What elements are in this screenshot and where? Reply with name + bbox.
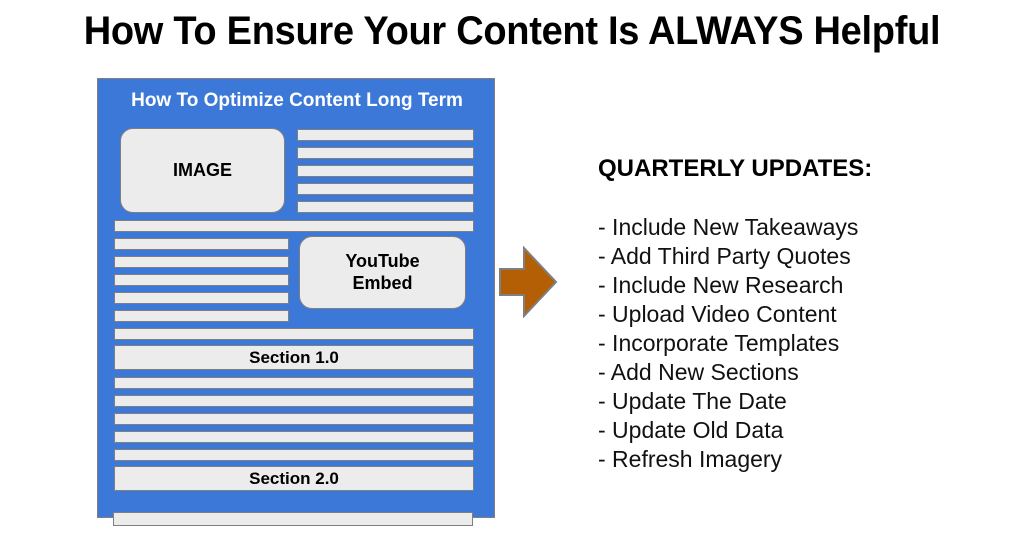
list-item: - Include New Takeaways xyxy=(598,214,859,240)
text-line-bar xyxy=(297,183,474,195)
text-line-bar xyxy=(114,274,289,286)
text-line-bar xyxy=(114,238,289,250)
text-line-bar-full xyxy=(114,220,474,232)
list-item: - Update Old Data xyxy=(598,417,784,443)
image-placeholder-box: IMAGE xyxy=(120,128,285,213)
text-line-bar xyxy=(297,165,474,177)
text-line-bar xyxy=(114,292,289,304)
text-line-bar-full xyxy=(114,431,474,443)
section-1-label: Section 1.0 xyxy=(249,347,339,367)
text-line-bar xyxy=(114,256,289,268)
list-item: - Upload Video Content xyxy=(598,301,837,327)
image-placeholder-label: IMAGE xyxy=(172,159,232,180)
section-2-bar: Section 2.0 xyxy=(114,466,474,491)
document-mockup-title: How To Optimize Content Long Term xyxy=(131,90,463,111)
list-item: - Refresh Imagery xyxy=(598,446,783,472)
text-line-bar xyxy=(297,147,474,159)
youtube-embed-label-line1: YouTube xyxy=(345,251,420,272)
page-title: How To Ensure Your Content Is ALWAYS Hel… xyxy=(83,9,941,53)
text-line-bar xyxy=(297,201,474,213)
text-line-bar-full xyxy=(114,395,474,407)
list-item: - Incorporate Templates xyxy=(598,330,840,356)
list-item: - Include New Research xyxy=(598,272,844,298)
youtube-embed-label-line2: Embed xyxy=(352,272,413,293)
text-line-bar-full xyxy=(114,413,474,425)
section-2-label: Section 2.0 xyxy=(249,468,339,488)
quarterly-updates-heading: QUARTERLY UPDATES: xyxy=(598,155,873,182)
document-mockup-panel: How To Optimize Content Long Term IMAGE … xyxy=(97,78,495,518)
text-line-bar-full xyxy=(114,449,474,461)
text-line-bar-full xyxy=(114,377,474,389)
list-item: - Add Third Party Quotes xyxy=(598,243,851,269)
section-1-bar: Section 1.0 xyxy=(114,345,474,370)
text-line-bar xyxy=(114,310,289,322)
quarterly-updates-list: - Include New Takeaways - Add Third Part… xyxy=(598,213,998,474)
list-item: - Update The Date xyxy=(598,388,787,414)
text-line-bar-full xyxy=(114,328,474,340)
text-line-bar-overflow xyxy=(113,512,473,526)
youtube-embed-label: YouTube Embed xyxy=(345,251,419,293)
youtube-embed-placeholder-box: YouTube Embed xyxy=(299,236,466,309)
right-arrow-icon xyxy=(498,245,558,319)
list-item: - Add New Sections xyxy=(598,359,799,385)
text-line-bar xyxy=(297,129,474,141)
